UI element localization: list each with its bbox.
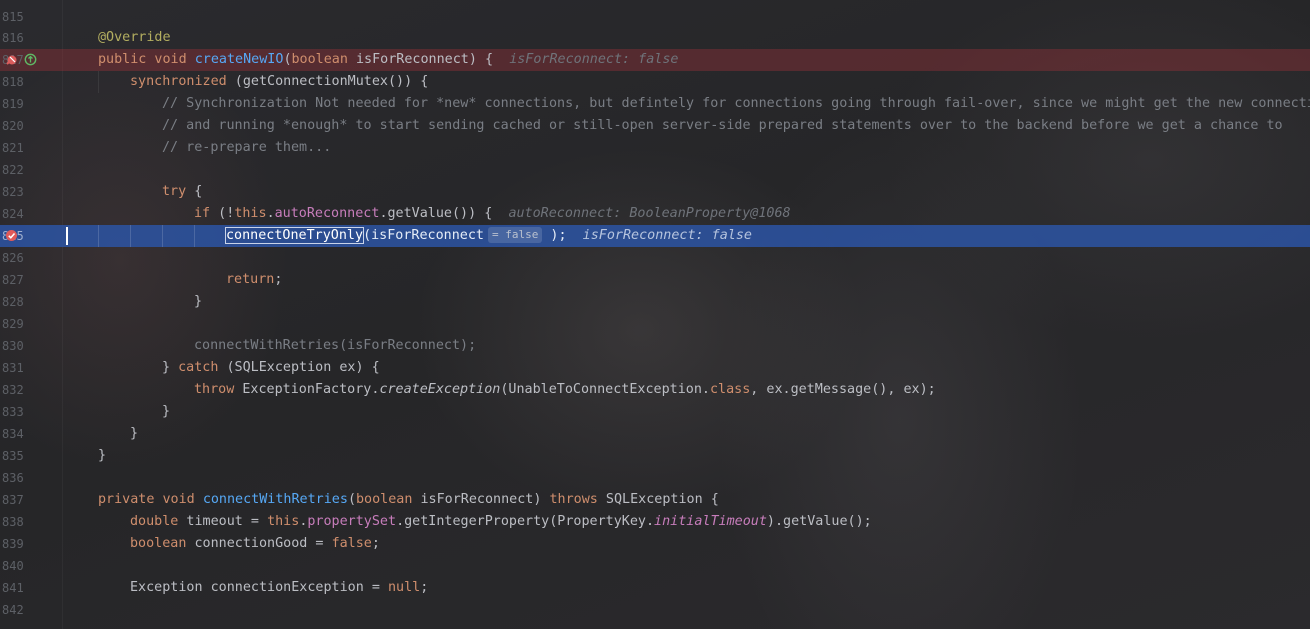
unreachable-code-text: connectWithRetries(isForReconnect);: [194, 338, 477, 353]
code-line[interactable]: 838 double timeout = this.propertySet.ge…: [0, 511, 1310, 533]
indent-guide: [98, 71, 99, 93]
indent-guide: [194, 225, 195, 247]
debug-inline-value: isForReconnect: false: [582, 228, 752, 243]
line-number: 832: [2, 383, 24, 397]
line-number: 820: [2, 119, 24, 133]
selected-method-call[interactable]: connectOneTryOnly: [224, 227, 365, 244]
comment-text: // and running *enough* to start sending…: [162, 118, 1283, 133]
code-text: }: [130, 426, 139, 441]
line-number: 816: [2, 31, 24, 45]
code-text: double timeout = this.propertySet.getInt…: [130, 514, 872, 529]
code-line[interactable]: 818 synchronized (getConnectionMutex()) …: [0, 71, 1310, 93]
line-number: 826: [2, 251, 24, 265]
code-line[interactable]: 832 throw ExceptionFactory.createExcepti…: [0, 379, 1310, 401]
code-line[interactable]: 820 // and running *enough* to start sen…: [0, 115, 1310, 137]
indent-guide: [98, 225, 99, 247]
code-line[interactable]: 816 @Override: [0, 27, 1310, 49]
code-line[interactable]: 827 return;: [0, 269, 1310, 291]
code-line[interactable]: 821 // re-prepare them...: [0, 137, 1310, 159]
code-editor[interactable]: 815 816 @Override 817 public void create…: [0, 0, 1310, 629]
line-number: 819: [2, 97, 24, 111]
code-line[interactable]: 826: [0, 247, 1310, 269]
line-number: 818: [2, 75, 24, 89]
code-text: }: [162, 404, 171, 419]
line-number: 831: [2, 361, 24, 375]
code-line[interactable]: 835 }: [0, 445, 1310, 467]
line-number: 833: [2, 405, 24, 419]
line-number: 824: [2, 207, 24, 221]
line-number: 837: [2, 493, 24, 507]
method-name: connectWithRetries: [202, 492, 348, 507]
line-number: 827: [2, 273, 24, 287]
text-caret: [66, 227, 68, 245]
override-icon[interactable]: [24, 53, 37, 66]
line-number: 821: [2, 141, 24, 155]
line-number: 834: [2, 427, 24, 441]
code-text: public void createNewIO(boolean isForRec…: [98, 52, 679, 67]
code-line[interactable]: 834 }: [0, 423, 1310, 445]
line-number: 836: [2, 471, 24, 485]
debug-inline-value: autoReconnect: BooleanProperty@1068: [508, 206, 791, 221]
line-number: 841: [2, 581, 24, 595]
code-line[interactable]: 833 }: [0, 401, 1310, 423]
parameter-inlay-hint: = false: [488, 227, 543, 243]
code-line[interactable]: 823 try {: [0, 181, 1310, 203]
code-line[interactable]: 836: [0, 467, 1310, 489]
method-name: createNewIO: [194, 52, 284, 67]
code-text: } catch (SQLException ex) {: [162, 360, 380, 375]
code-line[interactable]: 829: [0, 313, 1310, 335]
code-line[interactable]: 842: [0, 599, 1310, 621]
line-number: 828: [2, 295, 24, 309]
code-text: connectOneTryOnly(isForReconnect = false …: [224, 227, 752, 244]
code-text: }: [194, 294, 203, 309]
code-text: @Override: [98, 27, 171, 49]
line-number: 839: [2, 537, 24, 551]
code-line[interactable]: 819 // Synchronization Not needed for *n…: [0, 93, 1310, 115]
code-text: private void connectWithRetries(boolean …: [98, 492, 719, 507]
code-line[interactable]: 830 connectWithRetries(isForReconnect);: [0, 335, 1310, 357]
code-line[interactable]: 841 Exception connectionException = null…: [0, 577, 1310, 599]
line-number: 830: [2, 339, 24, 353]
code-text: throw ExceptionFactory.createException(U…: [194, 382, 936, 397]
line-number: 840: [2, 559, 24, 573]
indent-guide: [162, 225, 163, 247]
line-number: 835: [2, 449, 24, 463]
line-number: 838: [2, 515, 24, 529]
indent-guide: [130, 225, 131, 247]
code-line[interactable]: 824 if (!this.autoReconnect.getValue()) …: [0, 203, 1310, 225]
code-text: if (!this.autoReconnect.getValue()) { au…: [194, 206, 791, 221]
code-text: synchronized (getConnectionMutex()) {: [130, 74, 429, 89]
code-text: try {: [162, 184, 203, 199]
line-number: 815: [2, 10, 24, 24]
code-line[interactable]: 839 boolean connectionGood = false;: [0, 533, 1310, 555]
comment-text: // Synchronization Not needed for *new* …: [162, 96, 1310, 111]
line-number: 823: [2, 185, 24, 199]
code-line[interactable]: 822: [0, 159, 1310, 181]
line-number: 829: [2, 317, 24, 331]
code-line[interactable]: 831 } catch (SQLException ex) {: [0, 357, 1310, 379]
line-number: 822: [2, 163, 24, 177]
method-breakpoint-icon[interactable]: [5, 53, 18, 66]
code-line-breakpoint[interactable]: 817 public void createNewIO(boolean isFo…: [0, 49, 1310, 71]
comment-text: // re-prepare them...: [162, 140, 332, 155]
code-text: Exception connectionException = null;: [130, 580, 429, 595]
code-text: }: [98, 448, 107, 463]
annotation-token: @Override: [98, 30, 171, 45]
code-line[interactable]: 837 private void connectWithRetries(bool…: [0, 489, 1310, 511]
debug-inline-value: isForReconnect: false: [509, 52, 679, 67]
code-text: return;: [226, 272, 283, 287]
code-line[interactable]: 828 }: [0, 291, 1310, 313]
code-line[interactable]: 840: [0, 555, 1310, 577]
line-number: 842: [2, 603, 24, 617]
code-line-current-execution[interactable]: 825 connectOneTryOnly(isForReconnect= fa…: [0, 225, 1310, 247]
breakpoint-hit-icon[interactable]: [5, 229, 18, 242]
code-line[interactable]: 815: [0, 6, 1310, 28]
code-text: boolean connectionGood = false;: [130, 536, 380, 551]
